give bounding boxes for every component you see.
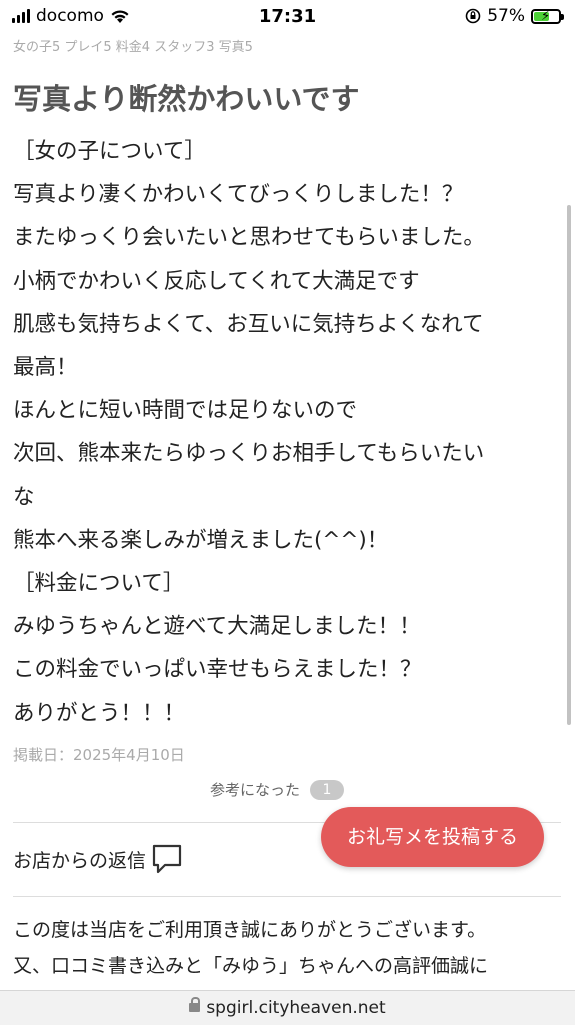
post-thank-you-photo-button[interactable]: お礼写メを投稿する [321,807,544,867]
review-line: またゆっくり会いたいと思わせてもらいました。 [13,225,485,251]
review-line: 熊本へ来る楽しみが増えました(^^)！ [13,527,389,553]
battery-percent: 57% [487,6,525,26]
orientation-lock-icon [465,8,481,24]
status-bar: docomo 17:31 57% ⚡ [0,0,575,34]
divider [13,896,561,897]
helpful-button[interactable]: 参考になった 1 [210,779,345,800]
review-body: ［女の子について］ 写真より凄くかわいくてびっくりしました！？ またゆっくり会い… [13,130,558,735]
review-line: 最高！ [13,355,78,381]
review-line: 写真より凄くかわいくてびっくりしました！？ [13,182,464,208]
reply-line: この度は当店をご利用頂き誠にありがとうございます。 [13,919,487,941]
reply-line: 又、口コミ書き込みと「みゆう」ちゃんへの高評価誠に [13,955,489,977]
review-line: 肌感も気持ちよくて、お互いに気持ちよくなれて [13,311,484,337]
shop-reply-body: この度は当店をご利用頂き誠にありがとうございます。 又、口コミ書き込みと「みゆう… [13,912,561,984]
posted-date: 掲載日：2025年4月10日 [13,746,185,764]
scrollbar[interactable] [567,205,571,725]
review-line: ありがとう！！！ [13,700,186,726]
review-line: この料金でいっぱい幸せもらえました！？ [13,657,422,683]
review-line: 次回、熊本来たらゆっくりお相手してもらいたい [13,441,485,467]
review-line: 小柄でかわいく反応してくれて大満足です [13,268,420,294]
review-scores: 女の子5 プレイ5 料金4 スタッフ3 写真5 [13,40,253,55]
url-domain: spgirl.cityheaven.net [206,998,386,1018]
review-line: ［女の子について］ [13,139,206,164]
review-title: 写真より断然かわいいです [13,82,360,116]
url-bar[interactable]: spgirl.cityheaven.net [0,990,575,1025]
review-line: みゆうちゃんと遊べて大満足しました！！ [13,614,421,640]
helpful-count-badge: 1 [310,779,345,800]
battery-icon: ⚡ [531,8,564,24]
lock-icon [189,997,201,1012]
review-line: な [13,484,35,510]
review-line: ［料金について］ [13,571,185,597]
status-right: 57% ⚡ [465,6,564,26]
review-line: ほんとに短い時間では足りないので [13,398,358,424]
shop-reply-toggle[interactable]: お店からの返信 [13,843,182,875]
helpful-label: 参考になった [210,781,301,799]
shop-reply-label: お店からの返信 [13,849,147,872]
chat-bubble-icon [152,844,182,874]
